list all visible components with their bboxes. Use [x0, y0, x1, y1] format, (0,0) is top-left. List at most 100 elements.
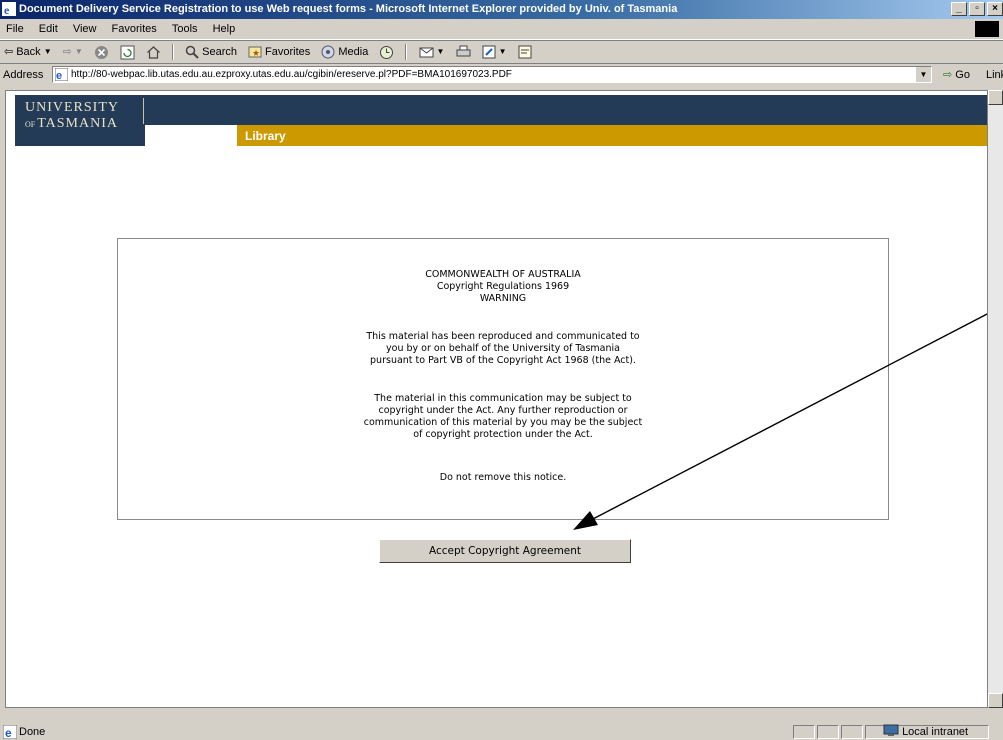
- svg-text:e: e: [56, 70, 62, 81]
- address-input[interactable]: e http://80-webpac.lib.utas.edu.au.ezpro…: [52, 66, 932, 83]
- media-button[interactable]: Media: [317, 41, 372, 63]
- menu-bar: File Edit View Favorites Tools Help: [0, 19, 1003, 40]
- menu-help[interactable]: Help: [207, 19, 242, 39]
- stop-icon: [94, 45, 108, 59]
- window-title: Document Delivery Service Registration t…: [19, 3, 678, 15]
- page-status-icon: e: [3, 725, 17, 739]
- search-label: Search: [202, 46, 237, 58]
- address-label: Address: [3, 69, 44, 81]
- go-label: Go: [955, 69, 970, 81]
- logo-divider: [143, 98, 144, 124]
- back-button[interactable]: ⇦ Back ▼: [0, 41, 56, 63]
- history-button[interactable]: [375, 41, 398, 63]
- local-intranet-icon: [883, 724, 899, 736]
- logo-of: OF: [25, 120, 36, 129]
- notice-line: The material in this communication may b…: [374, 393, 632, 404]
- accept-copyright-button[interactable]: Accept Copyright Agreement: [379, 539, 631, 563]
- chevron-down-icon: ▼: [74, 47, 83, 56]
- notice-line: WARNING: [479, 293, 527, 304]
- notice-paragraph-1: This material has been reproduced and co…: [118, 331, 888, 367]
- svg-text:e: e: [5, 726, 12, 739]
- svg-text:e: e: [4, 3, 10, 16]
- notice-line: copyright under the Act. Any further rep…: [378, 405, 628, 416]
- back-arrow-icon: ⇦: [4, 46, 14, 58]
- vertical-scrollbar[interactable]: [988, 90, 1003, 708]
- edit-button[interactable]: ▼: [478, 41, 511, 63]
- notice-heading: COMMONWEALTH OF AUSTRALIA Copyright Regu…: [118, 269, 888, 305]
- page-viewport: UNIVERSITY OF TASMANIA Library COMMONWEAL…: [5, 90, 988, 708]
- notice-line: Do not remove this notice.: [439, 472, 567, 483]
- windows-logo-icon: [975, 21, 999, 37]
- address-url: http://80-webpac.lib.utas.edu.au.ezproxy…: [71, 69, 512, 80]
- chevron-down-icon: ▼: [43, 47, 52, 56]
- notice-line: This material has been reproduced and co…: [366, 331, 640, 342]
- forward-button[interactable]: ⇨ ▼: [59, 41, 87, 63]
- go-button[interactable]: ⇨ Go: [943, 64, 970, 86]
- back-label: Back: [16, 46, 41, 58]
- search-button[interactable]: Search: [181, 41, 241, 63]
- status-text: Done: [19, 726, 46, 738]
- address-dropdown-icon[interactable]: ▼: [915, 67, 931, 82]
- notice-line: pursuant to Part VB of the Copyright Act…: [370, 355, 636, 366]
- logo-line2: OF TASMANIA: [25, 116, 118, 132]
- copyright-notice: COMMONWEALTH OF AUSTRALIA Copyright Regu…: [117, 238, 889, 520]
- page-icon: e: [55, 68, 68, 81]
- search-icon: [185, 45, 199, 59]
- scroll-down-icon[interactable]: [988, 693, 1003, 708]
- discuss-icon: [518, 45, 532, 59]
- menu-edit[interactable]: Edit: [33, 19, 64, 39]
- zone-label: Local intranet: [902, 726, 969, 738]
- library-link[interactable]: Library: [245, 129, 286, 143]
- edit-icon: [482, 45, 496, 59]
- favorites-button[interactable]: ★ Favorites: [244, 41, 314, 63]
- library-bar: Library: [237, 125, 987, 146]
- notice-line: Copyright Regulations 1969: [436, 281, 570, 292]
- notice-line: communication of this material by you ma…: [363, 417, 643, 428]
- chevron-down-icon: ▼: [436, 47, 445, 56]
- notice-line: of copyright protection under the Act.: [413, 429, 593, 440]
- title-bar: e Document Delivery Service Registration…: [0, 0, 1003, 19]
- scroll-up-icon[interactable]: [988, 90, 1003, 105]
- logo-line1: UNIVERSITY: [25, 100, 119, 115]
- logo-tasmania: TASMANIA: [37, 116, 119, 131]
- address-bar: Address e http://80-webpac.lib.utas.edu.…: [0, 64, 1003, 86]
- zone-indicator: Local intranet: [883, 724, 968, 740]
- menu-file[interactable]: File: [0, 19, 30, 39]
- svg-text:★: ★: [252, 48, 260, 58]
- notice-paragraph-3: Do not remove this notice.: [118, 472, 888, 484]
- mail-icon: [419, 47, 434, 58]
- media-label: Media: [338, 46, 369, 58]
- favorites-icon: ★: [248, 46, 262, 58]
- forward-arrow-icon: ⇨: [62, 46, 72, 58]
- history-icon: [380, 45, 394, 59]
- refresh-button[interactable]: [116, 41, 139, 63]
- home-icon: [147, 45, 160, 59]
- refresh-icon: [120, 45, 135, 59]
- university-header: UNIVERSITY OF TASMANIA Library: [15, 95, 987, 146]
- toolbar: ⇦ Back ▼ ⇨ ▼ Search ★ Favorites Media ▼ ▼: [0, 40, 1003, 64]
- university-logo[interactable]: UNIVERSITY OF TASMANIA: [15, 95, 145, 146]
- stop-button[interactable]: [90, 41, 113, 63]
- discuss-button[interactable]: [514, 41, 536, 63]
- links-button[interactable]: Link: [986, 64, 1003, 86]
- close-button[interactable]: ×: [987, 2, 1003, 16]
- minimize-button[interactable]: _: [951, 2, 967, 16]
- ie-icon: e: [2, 2, 16, 16]
- menu-tools[interactable]: Tools: [166, 19, 204, 39]
- chevron-down-icon: ▼: [498, 47, 507, 56]
- print-button[interactable]: [452, 41, 475, 63]
- maximize-button[interactable]: ▫: [969, 2, 985, 16]
- home-button[interactable]: [142, 41, 165, 63]
- go-arrow-icon: ⇨: [943, 69, 953, 81]
- notice-paragraph-2: The material in this communication may b…: [118, 393, 888, 441]
- notice-line: you by or on behalf of the University of…: [386, 343, 620, 354]
- header-navy-bar: [15, 95, 987, 125]
- media-icon: [321, 45, 335, 59]
- favorites-label: Favorites: [265, 46, 311, 58]
- mail-button[interactable]: ▼: [415, 41, 449, 63]
- notice-line: COMMONWEALTH OF AUSTRALIA: [425, 269, 581, 280]
- print-icon: [456, 45, 470, 57]
- menu-favorites[interactable]: Favorites: [106, 19, 163, 39]
- menu-view[interactable]: View: [67, 19, 103, 39]
- status-bar: e Done Local intranet: [0, 724, 1003, 740]
